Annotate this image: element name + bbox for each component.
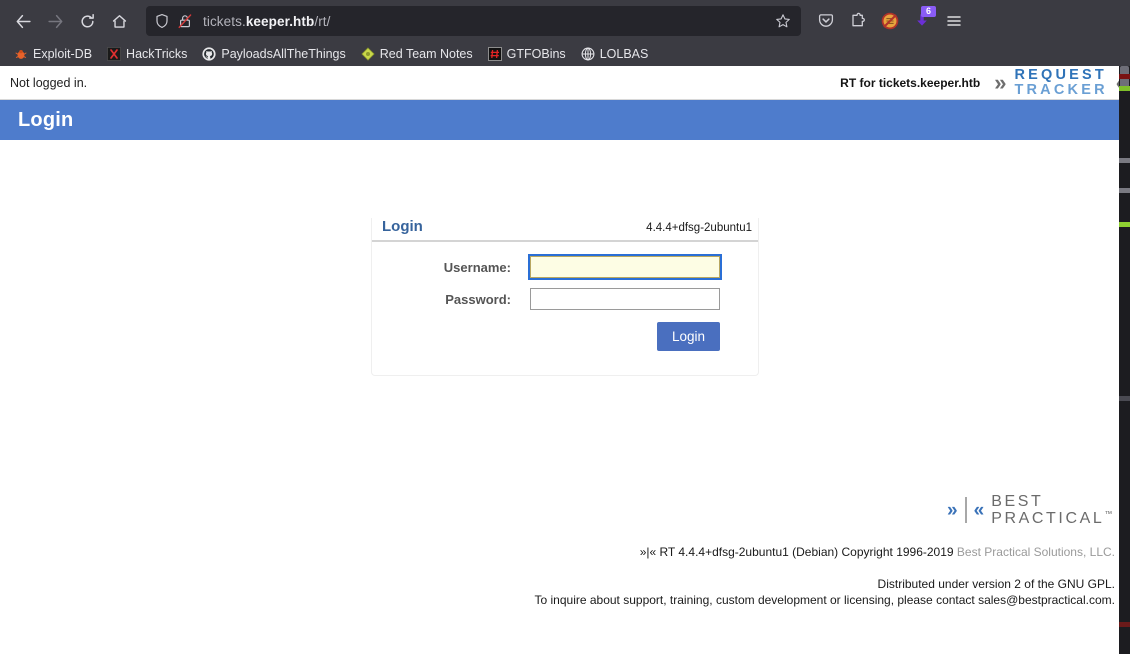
star-icon — [776, 14, 790, 28]
browser-toolbar-right: 6 — [811, 6, 969, 36]
noscript-icon[interactable] — [875, 6, 905, 36]
pocket-icon[interactable] — [811, 6, 841, 36]
find-match-marker — [1119, 222, 1130, 227]
logo-divider — [964, 497, 967, 524]
find-match-marker — [1119, 396, 1130, 401]
find-match-marker — [1119, 74, 1130, 79]
address-bar-icons — [154, 13, 193, 29]
hash-icon — [487, 47, 502, 61]
trademark-symbol: ™ — [1104, 509, 1115, 519]
forward-arrow-icon — [47, 14, 62, 28]
home-icon — [112, 14, 126, 28]
bookmark-label: LOLBAS — [599, 47, 649, 61]
username-input[interactable] — [530, 256, 720, 278]
rt-brand: RT for tickets.keeper.htb » REQUEST TRAC… — [840, 68, 1130, 97]
forward-button[interactable] — [40, 6, 70, 36]
puzzle-piece-icon — [852, 12, 865, 27]
chevron-right-icon: » — [994, 69, 1007, 95]
login-form-title: Login — [382, 218, 423, 235]
shield-icon[interactable] — [154, 13, 170, 29]
find-match-marker — [1119, 86, 1130, 91]
url-text[interactable]: tickets.keeper.htb/rt/ — [203, 14, 773, 29]
username-label: Username: — [443, 259, 511, 275]
chevron-left-icon: « — [973, 499, 985, 521]
page-scrollbar[interactable] — [1119, 66, 1130, 654]
downloads-count-badge: 6 — [921, 6, 936, 17]
find-match-marker — [1119, 158, 1130, 163]
bug-icon — [14, 47, 28, 61]
url-host: keeper.htb — [245, 13, 315, 29]
url-prefix: tickets. — [203, 13, 246, 29]
home-button[interactable] — [104, 6, 134, 36]
pocket-glyph-icon — [818, 14, 834, 27]
browser-chrome: tickets.keeper.htb/rt/ 6 Exploit-DB Hack… — [0, 0, 1130, 66]
url-path: /rt/ — [314, 13, 331, 29]
contact-line: To inquire about support, training, cust… — [534, 592, 1116, 607]
back-button[interactable] — [8, 6, 38, 36]
best-practical-logo: » « BEST PRACTICAL™ — [947, 493, 1115, 528]
username-row: Username: — [372, 256, 720, 278]
find-match-marker — [1119, 622, 1130, 627]
bookmark-exploit-db[interactable]: Exploit-DB — [8, 45, 98, 63]
copyright-text: »|« RT 4.4.4+dfsg-2ubuntu1 (Debian) Copy… — [639, 545, 957, 560]
reload-button[interactable] — [72, 6, 102, 36]
find-match-marker — [1119, 188, 1130, 193]
bookmark-label: Red Team Notes — [379, 47, 473, 61]
bookmark-hacktricks[interactable]: HackTricks — [101, 45, 193, 63]
bookmark-label: HackTricks — [126, 47, 188, 61]
rt-logo-line2: TRACKER — [1014, 81, 1108, 98]
login-status-text: Not logged in. — [10, 75, 88, 90]
copyright-line: »|« RT 4.4.4+dfsg-2ubuntu1 (Debian) Copy… — [0, 545, 1115, 559]
login-fields: Username: Password: Login — [372, 242, 758, 375]
downloads-icon[interactable]: 6 — [907, 6, 937, 36]
bookmark-label: GTFOBins — [506, 47, 566, 61]
brand-line2: PRACTICAL™ — [991, 509, 1115, 528]
browser-nav-bar: tickets.keeper.htb/rt/ 6 — [0, 0, 1130, 42]
best-practical-link[interactable]: Best Practical Solutions, LLC. — [957, 545, 1115, 559]
github-icon — [202, 47, 216, 61]
login-form-header: Login 4.4.4+dfsg-2ubuntu1 — [372, 218, 758, 242]
login-form: Login 4.4.4+dfsg-2ubuntu1 Username: Pass… — [371, 218, 759, 376]
bookmark-payloadsallthethings[interactable]: PayloadsAllTheThings — [196, 45, 351, 63]
rt-instance-label: RT for tickets.keeper.htb — [840, 75, 981, 90]
page-header-bar: Login — [0, 100, 1130, 140]
bookmark-gtfobins[interactable]: GTFOBins — [482, 45, 572, 63]
bookmark-red-team-notes[interactable]: Red Team Notes — [355, 45, 479, 63]
bookmark-label: Exploit-DB — [33, 47, 93, 61]
rt-top-bar: Not logged in. RT for tickets.keeper.htb… — [0, 66, 1130, 100]
password-row: Password: — [372, 288, 720, 310]
lock-crossed-icon[interactable] — [177, 13, 193, 29]
diamond-icon — [361, 47, 375, 61]
rt-version-label: 4.4.4+dfsg-2ubuntu1 — [646, 222, 752, 234]
noscript-glyph-icon — [881, 12, 899, 30]
bookmarks-bar: Exploit-DB HackTricks PayloadsAllTheThin… — [0, 42, 1130, 66]
back-arrow-icon — [16, 14, 31, 28]
rt-logo-line1: REQUEST — [1014, 67, 1107, 83]
login-submit-button[interactable]: Login — [656, 322, 720, 351]
request-tracker-logo: REQUEST TRACKER — [1014, 68, 1107, 97]
bookmark-lolbas[interactable]: LOLBAS — [575, 45, 655, 63]
license-line: Distributed under version 2 of the GNU G… — [877, 577, 1115, 592]
hacktricks-icon — [107, 47, 121, 61]
app-menu-icon[interactable] — [939, 6, 969, 36]
best-practical-wordmark: BEST PRACTICAL™ — [991, 493, 1115, 528]
hamburger-icon — [947, 16, 961, 26]
bookmark-star-button[interactable] — [773, 11, 793, 31]
brand-line1: BEST — [991, 492, 1044, 510]
submit-row: Login — [372, 322, 720, 351]
bookmark-label: PayloadsAllTheThings — [221, 47, 346, 61]
reload-icon — [80, 13, 94, 27]
chevron-right-icon: » — [947, 499, 958, 521]
password-label: Password: — [445, 291, 511, 307]
globe-icon — [581, 47, 595, 61]
login-area: Login 4.4.4+dfsg-2ubuntu1 Username: Pass… — [0, 140, 1130, 376]
page-viewport: Not logged in. RT for tickets.keeper.htb… — [0, 66, 1130, 654]
password-input[interactable] — [530, 288, 720, 310]
page-footer: » « BEST PRACTICAL™ »|« RT 4.4.4+dfsg-2u… — [0, 493, 1130, 608]
extensions-icon[interactable] — [843, 6, 873, 36]
address-bar[interactable]: tickets.keeper.htb/rt/ — [146, 6, 801, 36]
page-title: Login — [18, 108, 74, 131]
